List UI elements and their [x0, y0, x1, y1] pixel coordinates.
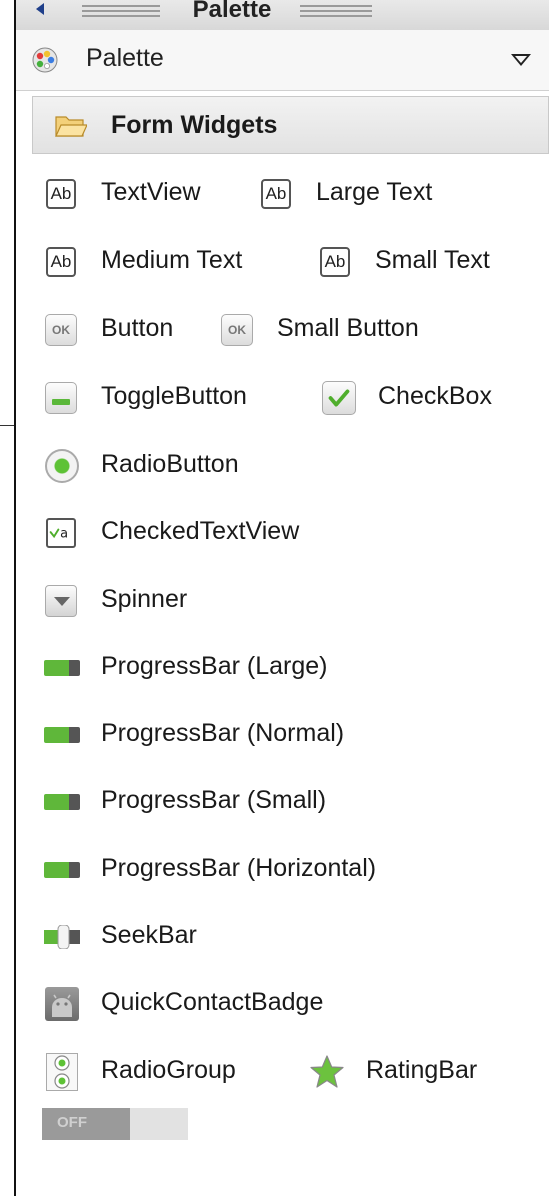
widget-checkbox[interactable]: CheckBox — [321, 376, 536, 420]
widget-label: ProgressBar (Horizontal) — [101, 854, 377, 882]
widget-label: Button — [101, 314, 174, 342]
widget-radiogroup[interactable]: RadioGroup — [44, 1050, 289, 1094]
widget-small-button[interactable]: OK Small Button — [220, 308, 470, 352]
collapse-arrow-icon[interactable] — [36, 3, 44, 15]
widget-row: a CheckedTextView — [44, 511, 384, 555]
widget-label: Medium Text — [101, 246, 243, 274]
widget-label: RatingBar — [366, 1056, 478, 1084]
checkbox-icon — [322, 381, 356, 415]
widget-row: Spinner — [44, 579, 344, 623]
widget-textview[interactable]: Ab TextView — [44, 172, 249, 216]
drag-grip-left[interactable] — [82, 5, 160, 17]
svg-text:a: a — [60, 526, 68, 541]
widget-label: ProgressBar (Small) — [101, 786, 327, 814]
widget-label: Large Text — [316, 178, 433, 206]
widget-progressbar-horizontal[interactable]: ProgressBar (Horizontal) — [44, 848, 474, 892]
widget-label: ProgressBar (Normal) — [101, 719, 345, 747]
widget-button[interactable]: OK Button — [44, 308, 214, 352]
text-ab-icon: Ab — [261, 179, 291, 209]
progress-bar-icon — [44, 794, 80, 810]
widget-progressbar-small[interactable]: ProgressBar (Small) — [44, 780, 404, 824]
widget-ratingbar[interactable]: RatingBar — [309, 1050, 514, 1094]
widget-progressbar-large[interactable]: ProgressBar (Large) — [44, 646, 404, 690]
button-ok-icon: OK — [45, 314, 77, 346]
widget-seekbar[interactable]: SeekBar — [44, 915, 244, 959]
category-form-widgets[interactable]: Form Widgets — [32, 96, 549, 154]
panel-title: Palette — [192, 0, 272, 23]
widget-label: ToggleButton — [101, 382, 247, 410]
text-ab-icon: Ab — [320, 247, 350, 277]
widget-large-text[interactable]: Ab Large Text — [259, 172, 529, 216]
outer-divider — [0, 425, 14, 426]
widget-label: Spinner — [101, 585, 188, 613]
widget-label: CheckedTextView — [101, 517, 300, 545]
text-ab-icon: Ab — [46, 179, 76, 209]
widget-progressbar-normal[interactable]: ProgressBar (Normal) — [44, 713, 424, 757]
widget-checkedtextview[interactable]: a CheckedTextView — [44, 511, 374, 555]
widget-row: Ab TextView Ab Large Text — [44, 172, 544, 216]
text-ab-icon: Ab — [46, 247, 76, 277]
widget-label: SeekBar — [101, 921, 197, 949]
drag-grip-right[interactable] — [300, 5, 372, 17]
widget-row: ProgressBar (Normal) — [44, 713, 444, 757]
widget-row: RadioGroup RatingBar — [44, 1050, 544, 1094]
switch-off-label: OFF — [57, 1114, 87, 1131]
switch-widget[interactable]: OFF — [42, 1108, 188, 1140]
palette-icon — [32, 47, 58, 73]
widget-row: ToggleButton CheckBox — [44, 376, 544, 420]
spinner-dropdown-icon — [45, 585, 77, 617]
widget-label: QuickContactBadge — [101, 988, 324, 1016]
category-label: Form Widgets — [111, 111, 278, 139]
widget-label: CheckBox — [378, 382, 492, 410]
checked-text-view-icon: a — [46, 518, 76, 548]
widget-spinner[interactable]: Spinner — [44, 579, 234, 623]
progress-bar-icon — [44, 862, 80, 878]
palette-selector-label: Palette — [86, 44, 164, 72]
radio-button-icon — [45, 449, 79, 483]
progress-bar-icon — [44, 660, 80, 676]
radio-group-icon — [46, 1053, 78, 1091]
chevron-down-icon[interactable] — [511, 54, 531, 66]
widget-togglebutton[interactable]: ToggleButton — [44, 376, 314, 420]
widget-row: ProgressBar (Large) — [44, 646, 444, 690]
palette-title-bar[interactable]: Palette — [16, 0, 549, 31]
widget-row: OK Button OK Small Button — [44, 308, 544, 352]
palette-panel: Palette Palette Form Widgets Ab TextView… — [14, 0, 549, 1196]
widget-row: ProgressBar (Horizontal) — [44, 848, 504, 892]
widget-small-text[interactable]: Ab Small Text — [318, 240, 528, 284]
widget-row: QuickContactBadge — [44, 982, 444, 1026]
widget-row: ProgressBar (Small) — [44, 780, 444, 824]
seekbar-icon — [44, 925, 80, 949]
widget-row: Ab Medium Text Ab Small Text — [44, 240, 544, 284]
button-ok-icon: OK — [221, 314, 253, 346]
widget-label: TextView — [101, 178, 201, 206]
star-icon — [310, 1055, 344, 1088]
widget-row: RadioButton — [44, 444, 344, 488]
widget-row: SeekBar — [44, 915, 344, 959]
widget-medium-text[interactable]: Ab Medium Text — [44, 240, 309, 284]
widget-label: ProgressBar (Large) — [101, 652, 328, 680]
widget-label: Small Button — [277, 314, 419, 342]
toggle-button-icon — [45, 382, 77, 414]
folder-icon — [55, 116, 87, 137]
contact-badge-icon — [45, 987, 79, 1021]
widget-radiobutton[interactable]: RadioButton — [44, 444, 304, 488]
palette-selector-dropdown[interactable]: Palette — [16, 30, 549, 91]
widget-label: RadioButton — [101, 450, 239, 478]
widget-quickcontactbadge[interactable]: QuickContactBadge — [44, 982, 404, 1026]
widget-label: RadioGroup — [101, 1056, 236, 1084]
progress-bar-icon — [44, 727, 80, 743]
widget-label: Small Text — [375, 246, 490, 274]
